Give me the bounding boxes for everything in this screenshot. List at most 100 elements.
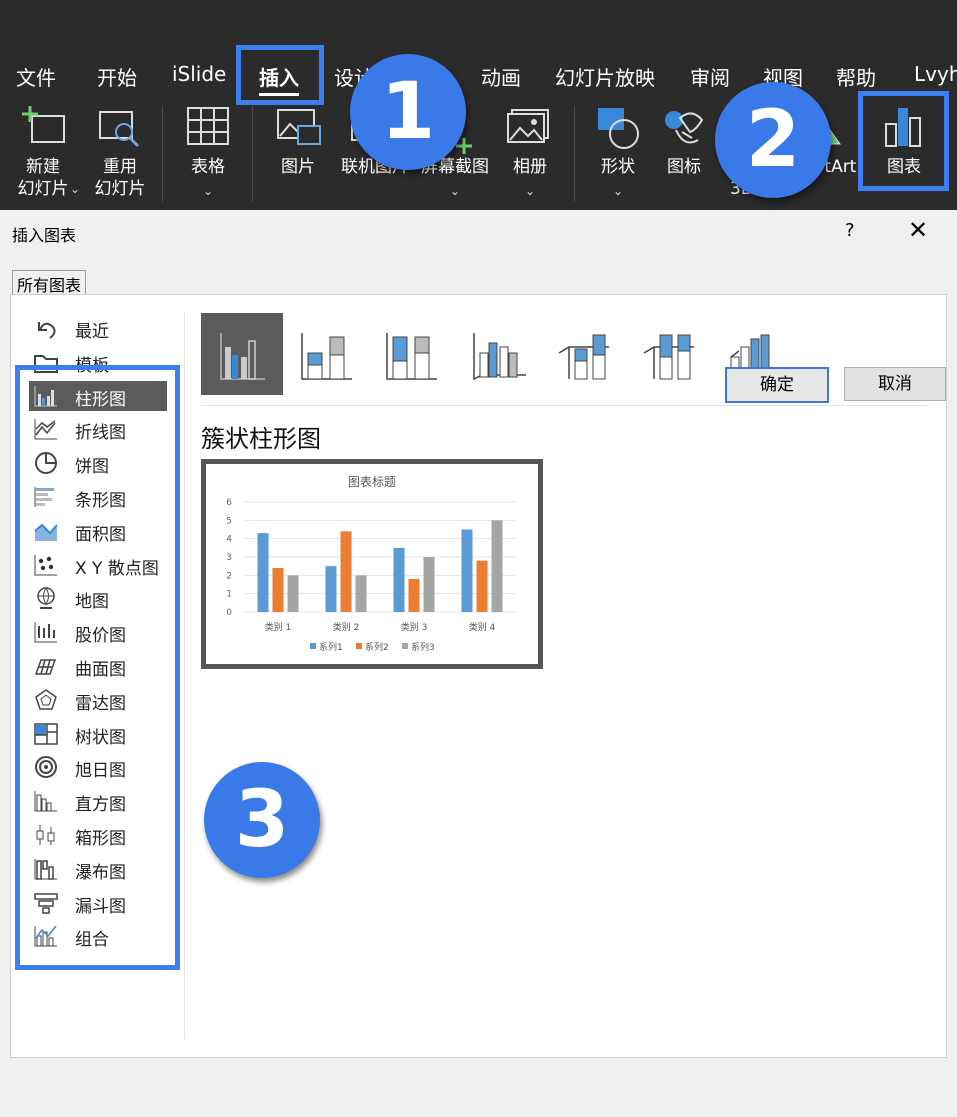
menu-bar: 文件 开始 iSlide 插入 设计 切换 动画 幻灯片放映 审阅 视图 帮助 … (0, 52, 957, 98)
subtype-3d-100-stacked-column[interactable] (626, 313, 708, 395)
icons-button[interactable]: 图标 (652, 98, 716, 202)
reuse-slide-label-1: 重用 (103, 157, 137, 177)
y-tick-label: 4 (226, 535, 232, 545)
reuse-slide-label-2: 幻灯片 (94, 179, 146, 199)
legend-swatch (310, 643, 316, 649)
x-tick-label: 类别 1 (265, 621, 292, 633)
highlight-chart-type-list (15, 365, 180, 970)
bar (257, 533, 269, 612)
x-tick-label: 类别 4 (469, 621, 496, 633)
shapes-icon (598, 108, 639, 149)
bar (325, 566, 337, 612)
help-button[interactable]: ? (845, 220, 855, 241)
3d-stacked-column-icon (558, 334, 609, 380)
3d-clustered-column-icon (473, 333, 526, 381)
ribbon-separator (574, 106, 575, 202)
bar (355, 575, 367, 612)
y-tick-label: 1 (226, 590, 232, 600)
y-tick-label: 6 (226, 498, 232, 508)
bar (408, 579, 420, 612)
menu-home[interactable]: 开始 (97, 62, 137, 91)
divider (201, 405, 927, 406)
y-tick-label: 3 (226, 553, 232, 563)
preview-chart: 图表标题 0 1 2 3 4 5 6 类别 1 类别 2 类别 3 类别 4 系列1 系列2 系列3 (226, 475, 516, 653)
new-slide-label-2: 幻灯片 (17, 179, 69, 199)
legend-label: 系列1 (319, 641, 343, 653)
picture-button[interactable]: 图片 (262, 98, 334, 202)
menu-islide[interactable]: iSlide (172, 62, 226, 86)
x-tick-label: 类别 3 (401, 621, 428, 633)
bar (476, 560, 488, 612)
subtype-3d-stacked-column[interactable] (541, 313, 623, 395)
album-icon (507, 109, 549, 143)
chart-preview[interactable]: 图表标题 0 1 2 3 4 5 6 类别 1 类别 2 类别 3 类别 4 系列1 系列2 系列3 (201, 459, 543, 669)
stacked-column-icon (301, 333, 352, 380)
album-label: 相册 (513, 157, 547, 177)
title-bar (0, 0, 957, 52)
new-slide-icon (22, 106, 65, 143)
x-tick-label: 类别 2 (333, 621, 360, 633)
bar (287, 575, 299, 612)
clustered-column-icon (220, 333, 265, 380)
highlight-insert-tab (236, 45, 324, 105)
3d-percent-stacked-column-icon (643, 334, 694, 380)
ok-button[interactable]: 确定 (725, 367, 829, 403)
callout-badge-1: 1 (350, 54, 466, 170)
chevron-down-icon: ⌄ (70, 182, 81, 196)
album-button[interactable]: 相册 ⌄ (494, 98, 566, 202)
picture-icon (277, 109, 321, 145)
picture-label: 图片 (281, 157, 315, 177)
highlight-chart-button (858, 91, 949, 191)
new-slide-button[interactable]: 新建 幻灯片 (6, 98, 80, 202)
legend-label: 系列2 (365, 641, 389, 653)
nav-item-label: 最近 (75, 322, 109, 342)
bar (461, 529, 473, 612)
legend-label: 系列3 (411, 641, 435, 653)
chevron-down-icon: ⌄ (203, 184, 214, 198)
table-button[interactable]: 表格 ⌄ (172, 98, 244, 202)
chevron-down-icon: ⌄ (525, 184, 536, 198)
menu-slideshow[interactable]: 幻灯片放映 (555, 62, 655, 91)
callout-badge-3: 3 (204, 762, 320, 878)
y-tick-label: 0 (226, 608, 232, 618)
reuse-slide-button[interactable]: 重用 幻灯片 (84, 98, 156, 202)
icons-icon (665, 111, 704, 144)
tab-all-charts[interactable]: 所有图表 (12, 270, 87, 295)
chevron-down-icon: ⌄ (613, 184, 624, 198)
chevron-down-icon: ⌄ (450, 184, 461, 198)
subtype-100-stacked-column[interactable] (371, 313, 453, 395)
subtype-stacked-column[interactable] (286, 313, 368, 395)
cancel-button[interactable]: 取消 (844, 367, 946, 401)
callout-badge-2: 2 (715, 82, 831, 198)
subtype-3d-clustered-column[interactable] (456, 313, 538, 395)
y-tick-label: 2 (226, 571, 232, 581)
menu-review[interactable]: 审阅 (690, 62, 730, 91)
close-button[interactable]: ✕ (908, 216, 928, 244)
menu-help[interactable]: 帮助 (836, 62, 876, 91)
bar (491, 520, 503, 612)
menu-animations[interactable]: 动画 (481, 62, 521, 91)
new-slide-label-1: 新建 (26, 157, 60, 177)
nav-item-undo[interactable]: 最近 (29, 313, 167, 343)
percent-stacked-column-icon (386, 333, 437, 380)
menu-file[interactable]: 文件 (16, 62, 56, 91)
reuse-slide-icon (99, 111, 140, 148)
undo-icon (38, 322, 56, 339)
y-tick-label: 5 (226, 516, 232, 526)
subtype-clustered-column[interactable] (201, 313, 283, 395)
legend-swatch (402, 643, 408, 649)
divider (184, 311, 185, 1039)
menu-account[interactable]: Lvyh (914, 62, 957, 86)
shapes-label: 形状 (601, 157, 635, 177)
shapes-button[interactable]: 形状 ⌄ (582, 98, 654, 202)
ribbon-separator (162, 106, 163, 202)
bar (423, 557, 435, 612)
icons-label: 图标 (667, 157, 701, 177)
ribbon-separator (252, 106, 253, 202)
legend-swatch (356, 643, 362, 649)
bar (272, 568, 284, 612)
table-label: 表格 (191, 157, 225, 177)
bar (340, 531, 352, 612)
table-icon (187, 107, 229, 145)
bar (393, 547, 405, 612)
